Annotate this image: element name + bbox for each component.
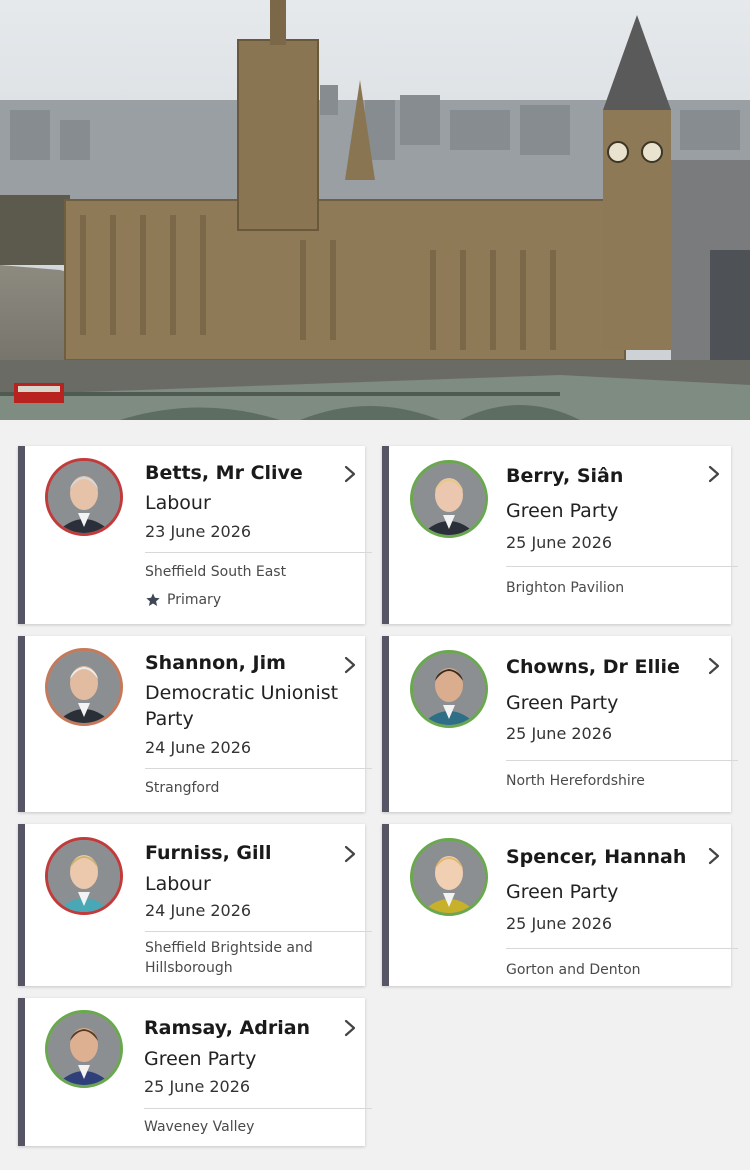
- member-date: 25 June 2026: [144, 1077, 251, 1096]
- member-date: 23 June 2026: [145, 522, 252, 541]
- member-date: 25 June 2026: [506, 533, 613, 552]
- card-divider: [144, 1108, 372, 1109]
- member-card[interactable]: Betts, Mr Clive Labour 23 June 2026 Sheffie…: [18, 446, 372, 624]
- member-name: Spencer, Hannah: [506, 846, 687, 868]
- member-constituency: Gorton and Denton: [506, 962, 641, 978]
- member-name: Shannon, Jim: [145, 652, 286, 674]
- member-avatar: [45, 1010, 123, 1088]
- member-avatar: [45, 837, 123, 915]
- member-party: Labour: [145, 873, 211, 895]
- member-avatar: [45, 648, 123, 726]
- member-name: Ramsay, Adrian: [144, 1017, 311, 1039]
- chevron-right-icon[interactable]: [707, 657, 721, 675]
- member-constituency: Sheffield South East: [145, 564, 287, 580]
- member-name: Furniss, Gill: [145, 842, 272, 864]
- member-constituency: Strangford: [145, 780, 220, 796]
- member-card[interactable]: Spencer, Hannah Green Party 25 June 2026 Go…: [382, 824, 738, 986]
- star-icon: [145, 592, 161, 608]
- member-party: Green Party: [506, 881, 619, 903]
- member-party: Green Party: [506, 692, 619, 714]
- member-constituency: Brighton Pavilion: [506, 580, 625, 596]
- member-party: Green Party: [506, 500, 619, 522]
- chevron-right-icon[interactable]: [343, 656, 357, 674]
- member-card[interactable]: Shannon, Jim Democratic Unionist Party 24 …: [18, 636, 372, 812]
- card-divider: [506, 760, 738, 761]
- member-name: Chowns, Dr Ellie: [506, 656, 680, 678]
- member-date: 24 June 2026: [145, 901, 252, 920]
- member-party: Green Party: [144, 1048, 257, 1070]
- member-avatar: [410, 460, 488, 538]
- primary-label: Primary: [167, 592, 222, 608]
- member-card[interactable]: Furniss, Gill Labour 24 June 2026 Sheffield…: [18, 824, 372, 986]
- member-card[interactable]: Ramsay, Adrian Green Party 25 June 2026 Wav…: [18, 998, 372, 1146]
- card-divider: [145, 931, 372, 932]
- chevron-right-icon[interactable]: [343, 465, 357, 483]
- member-constituency: Sheffield Brightside and Hillsborough: [145, 940, 313, 976]
- card-divider: [145, 552, 372, 553]
- member-date: 24 June 2026: [145, 738, 252, 757]
- member-date: 25 June 2026: [506, 914, 613, 933]
- chevron-right-icon[interactable]: [707, 465, 721, 483]
- card-divider: [145, 768, 372, 769]
- chevron-right-icon[interactable]: [343, 845, 357, 863]
- member-name: Berry, Siân: [506, 465, 624, 487]
- card-divider: [506, 948, 738, 949]
- member-name: Betts, Mr Clive: [145, 462, 303, 484]
- westminster-hero-image: [0, 0, 750, 420]
- member-avatar: [45, 458, 123, 536]
- member-card[interactable]: Chowns, Dr Ellie Green Party 25 June 2026 N…: [382, 636, 738, 812]
- member-card[interactable]: Berry, Siân Green Party 25 June 2026 Bright…: [382, 446, 738, 624]
- card-divider: [506, 566, 738, 567]
- chevron-right-icon[interactable]: [707, 847, 721, 865]
- primary-tag: Primary: [145, 592, 221, 608]
- member-avatar: [410, 650, 488, 728]
- member-party: Democratic Unionist Party: [145, 682, 339, 730]
- member-constituency: North Herefordshire: [506, 773, 645, 789]
- member-avatar: [410, 838, 488, 916]
- member-date: 25 June 2026: [506, 724, 613, 743]
- member-constituency: Waveney Valley: [144, 1119, 255, 1135]
- member-party: Labour: [145, 492, 211, 514]
- chevron-right-icon[interactable]: [343, 1019, 357, 1037]
